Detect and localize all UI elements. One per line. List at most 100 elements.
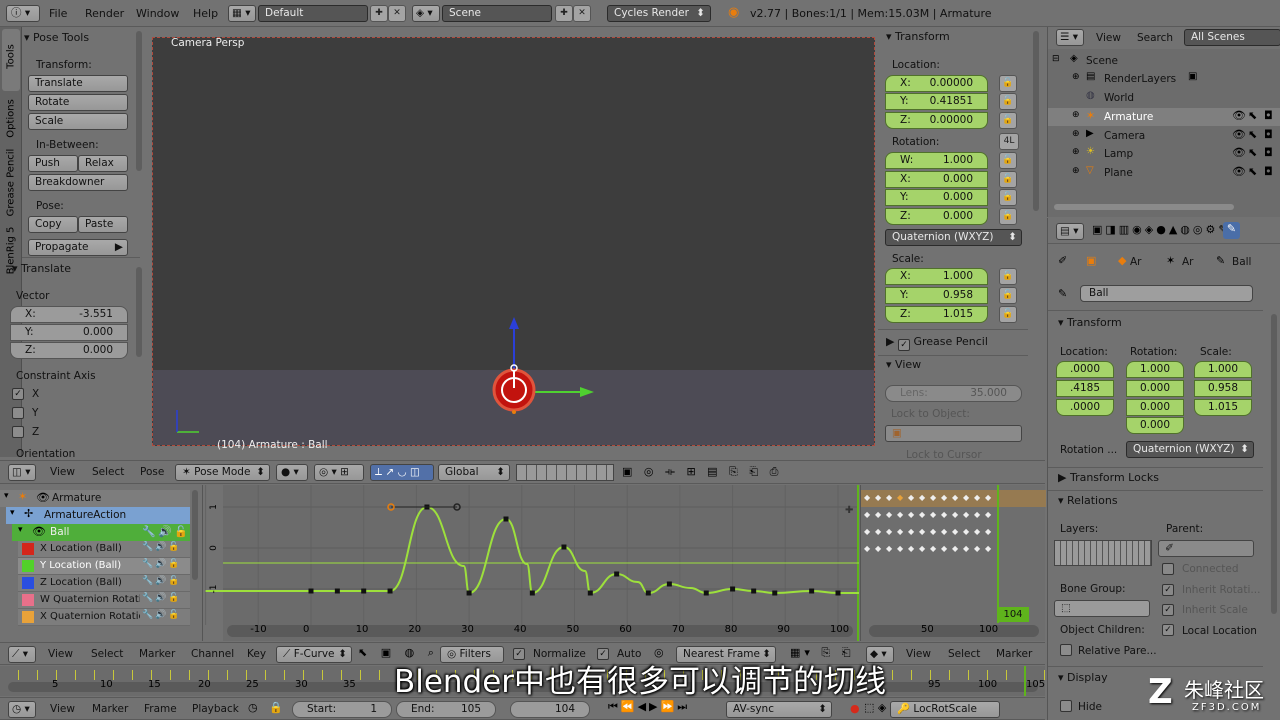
lock-loc-z[interactable]: 🔓: [999, 112, 1017, 129]
camera-render-icon[interactable]: ◘: [1264, 128, 1273, 141]
dope-keyframe[interactable]: ◆: [974, 493, 980, 502]
copy-pose-button[interactable]: Copy: [28, 216, 78, 233]
bone-scale-y[interactable]: 0.958: [1194, 380, 1252, 397]
dope-keyframe[interactable]: ◆: [919, 493, 925, 502]
eye-icon[interactable]: 👁: [32, 525, 46, 538]
camera-render-icon[interactable]: ◘: [1264, 165, 1273, 178]
n-transform-header[interactable]: ▾ Transform: [886, 30, 950, 43]
tool-shelf-scrollbar[interactable]: [136, 31, 142, 171]
end-frame-field[interactable]: End: 105: [396, 701, 496, 718]
bone-rot-x[interactable]: 0.000: [1126, 380, 1184, 397]
dope-keyframe[interactable]: ◆: [952, 544, 958, 553]
record-icon[interactable]: ●: [850, 702, 860, 715]
dope-keyframe[interactable]: ◆: [886, 510, 892, 519]
playback-controls[interactable]: ⏮⏪◀▶⏩⏭: [608, 700, 690, 714]
fcurve-channel-row[interactable]: X Quaternion Rotatio 🔧🔊🔓: [18, 609, 190, 626]
tab-tools[interactable]: Tools: [2, 29, 20, 91]
start-frame-field[interactable]: Start: 1: [292, 701, 392, 718]
bone-layers-grid[interactable]: [1054, 540, 1152, 566]
pose-tools-header[interactable]: ▾ Pose Tools: [24, 31, 89, 44]
channel-toggle-icons[interactable]: 🔧🔊🔓: [142, 576, 182, 586]
scene-type-button[interactable]: ◈ ▾: [412, 5, 440, 22]
menu-file[interactable]: File: [49, 7, 67, 20]
bone-transform-header[interactable]: ▾ Transform: [1058, 316, 1122, 329]
channel-armature[interactable]: ▾ ✶ 👁 Armature: [0, 490, 190, 507]
view3d-view-menu[interactable]: View: [50, 466, 75, 478]
dope-keyframe[interactable]: ◆: [985, 510, 991, 519]
rotation-4l-toggle[interactable]: 4L: [999, 133, 1019, 150]
n-scale-x[interactable]: X: 1.000: [885, 268, 988, 285]
bone-loc-z[interactable]: .0000: [1056, 399, 1114, 416]
camera-render-icon[interactable]: ◘: [1264, 109, 1273, 122]
dopesheet-hscrollbar[interactable]: [869, 625, 1039, 637]
timeline-marker-menu[interactable]: Marker: [92, 703, 128, 715]
dope-keyframe[interactable]: ◆: [985, 527, 991, 536]
close-scene-button[interactable]: ✕: [573, 5, 591, 22]
dope-keyframe[interactable]: ◆: [897, 493, 903, 502]
dope-keyframe[interactable]: ◆: [952, 493, 958, 502]
dope-keyframe[interactable]: ◆: [941, 527, 947, 536]
lock-scale-z[interactable]: 🔓: [999, 306, 1017, 323]
layout-field[interactable]: Default: [258, 5, 368, 22]
keying-icons[interactable]: ⬚ ◈: [864, 701, 886, 714]
dope-keyframe[interactable]: ◆: [908, 510, 914, 519]
dope-keyframe[interactable]: ◆: [886, 527, 892, 536]
bone-name-field[interactable]: Ball: [1080, 285, 1253, 302]
view3d-pose-menu[interactable]: Pose: [140, 466, 164, 478]
constraint-x-checkbox[interactable]: ✓: [12, 388, 24, 400]
dope-keyframe[interactable]: ◆: [919, 510, 925, 519]
lock-rot-x[interactable]: 🔓: [999, 171, 1017, 188]
mode-select[interactable]: ✶ Pose Mode ⬍: [175, 464, 270, 481]
outliner-row-world[interactable]: ◍ World: [1048, 89, 1280, 107]
dope-keyframe[interactable]: ◆: [897, 510, 903, 519]
outliner-search-menu[interactable]: Search: [1137, 32, 1173, 44]
constraint-z-checkbox[interactable]: [12, 426, 24, 438]
dope-keyframe[interactable]: ◆: [963, 544, 969, 553]
dope-keyframe[interactable]: ◆: [875, 493, 881, 502]
n-rotation-mode-select[interactable]: Quaternion (WXYZ) ⬍: [885, 229, 1022, 246]
pivot-select[interactable]: ◎ ▾ ⊞: [314, 464, 364, 481]
dope-keyframe[interactable]: ◆: [919, 544, 925, 553]
context-tab-icons[interactable]: ▣◨▥◉◈●▲◍◎⚙✎: [1092, 223, 1231, 236]
render-engine-select[interactable]: Cycles Render ⬍: [607, 5, 711, 22]
cursor-icon[interactable]: ⬉: [1248, 165, 1257, 178]
outliner-row-lamp[interactable]: ⊕ ☀ Lamp 👁 ⬉ ◘: [1048, 145, 1280, 163]
bone-scale-x[interactable]: 1.000: [1194, 361, 1252, 378]
dope-keyframe[interactable]: ◆: [908, 493, 914, 502]
eye-icon[interactable]: 👁: [1232, 165, 1246, 178]
outliner-filter-select[interactable]: All Scenes: [1184, 29, 1280, 46]
layer-buttons[interactable]: [516, 464, 614, 481]
outliner-row-renderlayers[interactable]: ⊕ ▤ RenderLayers ▣: [1048, 70, 1280, 88]
dope-keyframe[interactable]: ◆: [963, 527, 969, 536]
channel-toggle-icons[interactable]: 🔧🔊🔓: [142, 559, 182, 569]
push-button[interactable]: Push: [28, 155, 78, 172]
outliner-row-plane[interactable]: ⊕ ▽ Plane 👁 ⬉ ◘: [1048, 164, 1280, 182]
bone-tab-active[interactable]: ✎: [1223, 222, 1240, 239]
channel-toggle-icons[interactable]: 🔧🔊🔓: [142, 610, 182, 620]
dope-keyframe[interactable]: ◆: [941, 493, 947, 502]
local-location-checkbox[interactable]: ✓: [1162, 624, 1174, 636]
dope-keyframe[interactable]: ◆: [897, 527, 903, 536]
relax-button[interactable]: Relax: [78, 155, 128, 172]
dope-keyframe[interactable]: ◆: [952, 510, 958, 519]
channel-color-swatch[interactable]: [22, 577, 34, 589]
timeline-view-menu[interactable]: View: [50, 703, 75, 715]
dope-keyframe[interactable]: ◆: [941, 544, 947, 553]
camera-render-icon[interactable]: ◘: [1264, 146, 1273, 159]
scale-button[interactable]: Scale: [28, 113, 128, 130]
wrench-icon[interactable]: 🔧: [142, 525, 156, 538]
graph-view[interactable]: 1 0 -1 -10 0 10 20 30 40 50 60 70 80 90 100 ✚: [202, 485, 859, 641]
tab-options[interactable]: Options: [2, 95, 20, 145]
fcurve-channel-row[interactable]: Z Location (Ball) 🔧🔊🔓: [18, 575, 190, 592]
dope-keyframe[interactable]: ◆: [930, 510, 936, 519]
dope-keyframe[interactable]: ◆: [985, 544, 991, 553]
view-header[interactable]: ▾ View: [886, 358, 921, 371]
inherit-scale-checkbox[interactable]: ✓: [1162, 604, 1174, 616]
view3d-select-menu[interactable]: Select: [92, 466, 124, 478]
outliner-editor-type[interactable]: ☰ ▾: [1056, 29, 1084, 46]
keying-set-select[interactable]: 🔑 LocRotScale: [890, 701, 1000, 718]
channel-bone[interactable]: ▾ 👁 Ball 🔧 🔊 🔓: [12, 524, 190, 541]
fcurve-channel-row[interactable]: X Location (Ball) 🔧🔊🔓: [18, 541, 190, 558]
menu-window[interactable]: Window: [136, 7, 179, 20]
dope-keyframe[interactable]: ◆: [864, 544, 870, 553]
